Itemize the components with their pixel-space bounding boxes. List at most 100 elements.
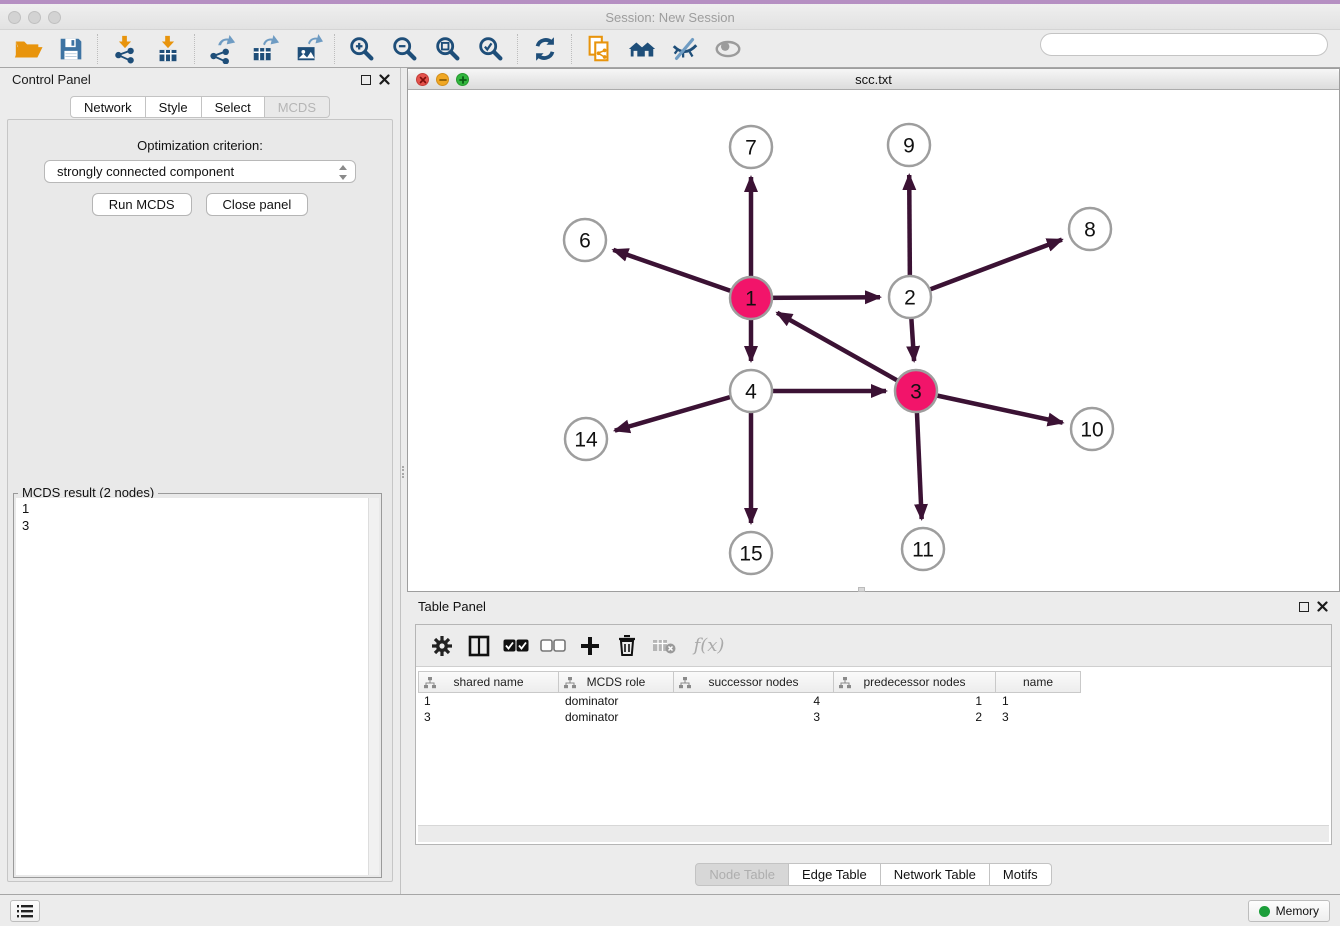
tab-network[interactable]: Network <box>70 96 146 118</box>
close-panel-icon[interactable] <box>379 74 390 85</box>
column-header-shared-name[interactable]: shared name <box>418 671 559 693</box>
open-session-icon[interactable] <box>6 32 49 66</box>
control-panel: Control Panel NetworkStyleSelectMCDS Opt… <box>0 68 401 894</box>
import-network-icon[interactable] <box>103 32 146 66</box>
table-header-row: shared nameMCDS rolesuccessor nodesprede… <box>418 671 1329 693</box>
zoom-in-icon[interactable] <box>340 32 383 66</box>
select-all-icon[interactable] <box>502 632 530 660</box>
export-image-icon[interactable] <box>286 32 329 66</box>
criterion-dropdown[interactable]: strongly connected component <box>44 160 356 183</box>
edge-2-8[interactable] <box>910 240 1062 297</box>
split-panel-icon[interactable] <box>465 632 493 660</box>
zoom-selected-icon[interactable] <box>469 32 512 66</box>
hide-selected-icon[interactable] <box>663 32 706 66</box>
toolbar-separator <box>334 34 335 64</box>
network-canvas[interactable]: 7968124314101511 <box>408 90 1339 591</box>
tab-motifs[interactable]: Motifs <box>990 863 1052 886</box>
close-panel-button[interactable]: Close panel <box>206 193 309 216</box>
tab-network-table[interactable]: Network Table <box>881 863 990 886</box>
node-label-1: 1 <box>745 288 757 311</box>
cell-predecessor-nodes[interactable]: 1 <box>834 693 996 709</box>
table-body: 1dominator4113dominator323 <box>418 693 1329 725</box>
tab-select[interactable]: Select <box>202 96 265 118</box>
table-row[interactable]: 1dominator411 <box>418 693 1329 709</box>
optimization-criterion-label: Optimization criterion: <box>8 138 392 153</box>
node-label-8: 8 <box>1084 219 1096 242</box>
node-label-15: 15 <box>739 543 762 566</box>
close-table-panel-icon[interactable] <box>1317 601 1328 612</box>
node-table-container: f(x) shared nameMCDS rolesuccessor nodes… <box>415 624 1332 845</box>
memory-button[interactable]: Memory <box>1248 900 1330 922</box>
column-header-successor-nodes[interactable]: successor nodes <box>674 671 834 693</box>
cell-shared-name[interactable]: 1 <box>418 693 559 709</box>
network-view-window: scc.txt 7968124314101511 <box>407 68 1340 592</box>
memory-label: Memory <box>1276 904 1319 918</box>
delete-column-icon[interactable] <box>613 632 641 660</box>
cell-MCDS-role[interactable]: dominator <box>559 693 674 709</box>
cell-name[interactable]: 3 <box>996 709 1081 725</box>
float-panel-icon[interactable] <box>361 75 371 85</box>
node-table: shared nameMCDS rolesuccessor nodesprede… <box>418 671 1329 824</box>
node-label-7: 7 <box>745 137 757 160</box>
edge-3-10[interactable] <box>916 391 1063 423</box>
zoom-fit-icon[interactable] <box>426 32 469 66</box>
cell-predecessor-nodes[interactable]: 2 <box>834 709 996 725</box>
first-neighbors-icon[interactable] <box>620 32 663 66</box>
node-label-4: 4 <box>745 381 757 404</box>
task-history-icon[interactable] <box>10 900 40 922</box>
mcds-panel: Optimization criterion: strongly connect… <box>7 119 393 882</box>
node-label-6: 6 <box>579 230 591 253</box>
main-toolbar <box>0 30 1340 68</box>
tab-edge-table[interactable]: Edge Table <box>789 863 881 886</box>
cell-name[interactable]: 1 <box>996 693 1081 709</box>
tab-mcds[interactable]: MCDS <box>265 96 330 118</box>
cell-shared-name[interactable]: 3 <box>418 709 559 725</box>
chevron-updown-icon <box>338 164 348 184</box>
column-header-predecessor-nodes[interactable]: predecessor nodes <box>834 671 996 693</box>
export-table-icon[interactable] <box>243 32 286 66</box>
cell-successor-nodes[interactable]: 4 <box>674 693 834 709</box>
network-window-titlebar[interactable]: scc.txt <box>408 69 1339 90</box>
mcds-result-text[interactable]: 13 <box>16 498 379 875</box>
tab-style[interactable]: Style <box>146 96 202 118</box>
function-builder-icon[interactable]: f(x) <box>687 632 731 660</box>
refresh-icon[interactable] <box>523 32 566 66</box>
toolbar-separator <box>571 34 572 64</box>
status-bar: Memory <box>0 894 1340 926</box>
toolbar-separator <box>97 34 98 64</box>
add-column-icon[interactable] <box>576 632 604 660</box>
float-table-panel-icon[interactable] <box>1299 602 1309 612</box>
window-titlebar: Session: New Session <box>0 4 1340 30</box>
cell-successor-nodes[interactable]: 3 <box>674 709 834 725</box>
save-session-icon[interactable] <box>49 32 92 66</box>
table-panel: Table Panel <box>407 592 1340 894</box>
cell-MCDS-role[interactable]: dominator <box>559 709 674 725</box>
column-header-MCDS-role[interactable]: MCDS role <box>559 671 674 693</box>
table-settings-icon[interactable] <box>428 632 456 660</box>
export-network-icon[interactable] <box>200 32 243 66</box>
table-row[interactable]: 3dominator323 <box>418 709 1329 725</box>
search-input[interactable] <box>1040 33 1328 56</box>
node-label-14: 14 <box>574 429 598 452</box>
tab-node-table[interactable]: Node Table <box>695 863 789 886</box>
toolbar-separator <box>194 34 195 64</box>
deselect-all-icon[interactable] <box>539 632 567 660</box>
run-mcds-button[interactable]: Run MCDS <box>92 193 192 216</box>
memory-status-icon <box>1259 906 1270 917</box>
delete-table-icon[interactable] <box>650 632 678 660</box>
result-scrollbar[interactable] <box>368 498 379 875</box>
column-header-name[interactable]: name <box>996 671 1081 693</box>
edge-3-1[interactable] <box>777 313 916 391</box>
import-table-icon[interactable] <box>146 32 189 66</box>
table-horizontal-scrollbar[interactable] <box>418 825 1329 842</box>
clone-network-icon[interactable] <box>577 32 620 66</box>
node-label-2: 2 <box>904 287 916 310</box>
network-canvas-svg: 7968124314101511 <box>408 90 1339 591</box>
zoom-out-icon[interactable] <box>383 32 426 66</box>
table-panel-title: Table Panel <box>418 599 486 614</box>
node-label-9: 9 <box>903 135 915 158</box>
node-label-3: 3 <box>910 381 922 404</box>
show-all-icon[interactable] <box>706 32 749 66</box>
control-panel-tabs: NetworkStyleSelectMCDS <box>0 96 400 118</box>
network-window-title: scc.txt <box>408 72 1339 87</box>
